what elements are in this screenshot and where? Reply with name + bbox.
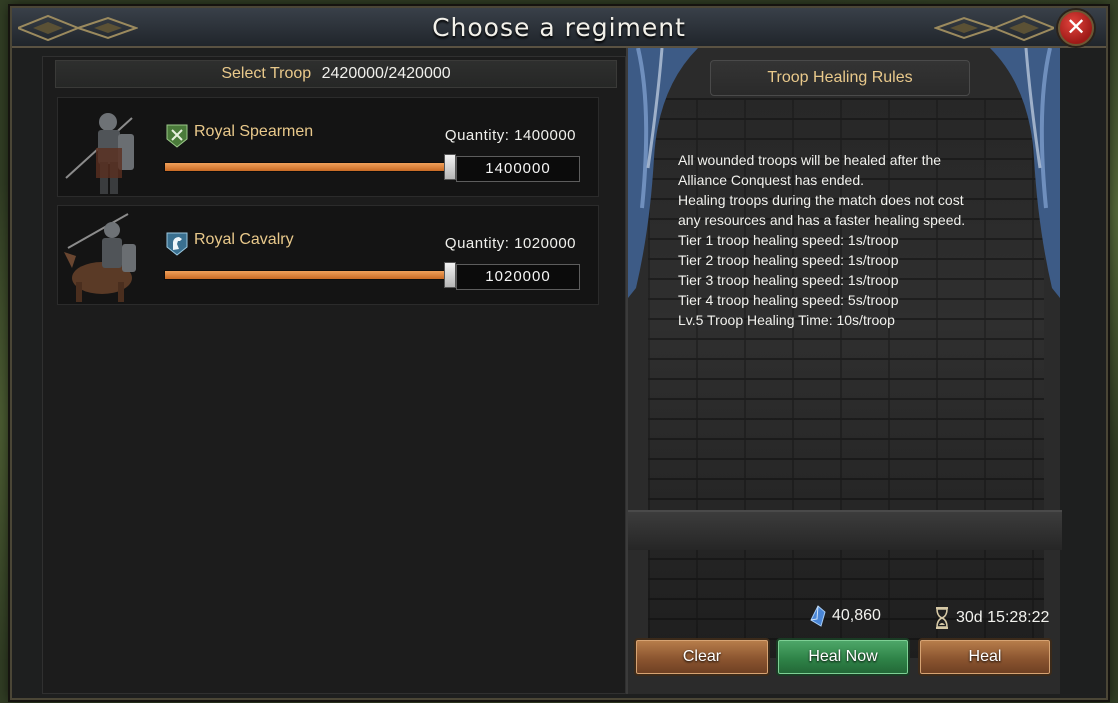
dialog-title: Choose a regiment (432, 13, 686, 42)
troop-row-cavalry[interactable]: Royal Cavalry Quantity: 1020000 1020000 (57, 205, 599, 305)
troop-quantity: Quantity: 1020000 (444, 235, 576, 252)
heal-now-button[interactable]: Heal Now (776, 638, 910, 676)
rules-text: All wounded troops will be healed after … (678, 150, 1018, 330)
regiment-dialog: Choose a regiment ✕ Select Troop 2420000… (10, 6, 1108, 700)
stone-ledge (628, 510, 1062, 550)
troop-list-panel: Select Troop 2420000/2420000 Royal Spear… (42, 56, 626, 694)
slider-handle[interactable] (444, 154, 456, 180)
heal-timer: 30d 15:28:22 (934, 606, 1049, 630)
clear-button[interactable]: Clear (634, 638, 770, 676)
quantity-input[interactable]: 1400000 (456, 156, 580, 182)
slider-handle[interactable] (444, 262, 456, 288)
ornament-left-icon (18, 14, 138, 42)
rules-line: Tier 3 troop healing speed: 1s/troop (678, 272, 899, 288)
gem-count: 40,860 (832, 607, 881, 624)
ornament-right-icon (934, 14, 1054, 42)
rules-line: Lv.5 Troop Healing Time: 10s/troop (678, 312, 895, 328)
gem-balance: 40,860 (810, 604, 881, 628)
timer-value: 30d 15:28:22 (956, 609, 1050, 626)
slider-fill (165, 271, 449, 279)
gem-icon (810, 604, 826, 627)
quantity-input[interactable]: 1020000 (456, 264, 580, 290)
title-bar: Choose a regiment ✕ (12, 8, 1106, 48)
healing-rules-panel: Troop Healing Rules All wounded troops w… (626, 48, 1062, 694)
select-troop-label: Select Troop (221, 65, 312, 82)
select-troop-count: 2420000/2420000 (321, 65, 451, 82)
rules-line: Healing troops during the match does not… (678, 192, 966, 228)
close-button[interactable]: ✕ (1058, 10, 1094, 46)
rules-line: All wounded troops will be healed after … (678, 152, 942, 188)
quantity-slider[interactable] (164, 162, 450, 172)
troop-name: Royal Cavalry (194, 231, 294, 248)
horse-badge-icon (166, 232, 188, 256)
troop-row-spearmen[interactable]: Royal Spearmen Quantity: 1400000 1400000 (57, 97, 599, 197)
spearman-portrait-icon (65, 113, 134, 194)
rules-line: Tier 2 troop healing speed: 1s/troop (678, 252, 899, 268)
troop-quantity: Quantity: 1400000 (444, 127, 576, 144)
select-troop-header: Select Troop 2420000/2420000 (55, 60, 617, 88)
rules-title: Troop Healing Rules (710, 60, 970, 96)
rules-line: Tier 4 troop healing speed: 5s/troop (678, 292, 899, 308)
troop-name: Royal Spearmen (194, 123, 314, 140)
quantity-slider[interactable] (164, 270, 450, 280)
slider-fill (165, 163, 449, 171)
hourglass-icon (936, 606, 948, 629)
rules-line: Tier 1 troop healing speed: 1s/troop (678, 232, 899, 248)
spear-badge-icon (166, 124, 188, 148)
heal-button[interactable]: Heal (918, 638, 1052, 676)
cavalry-portrait-icon (64, 213, 136, 302)
close-icon: ✕ (1065, 13, 1087, 41)
